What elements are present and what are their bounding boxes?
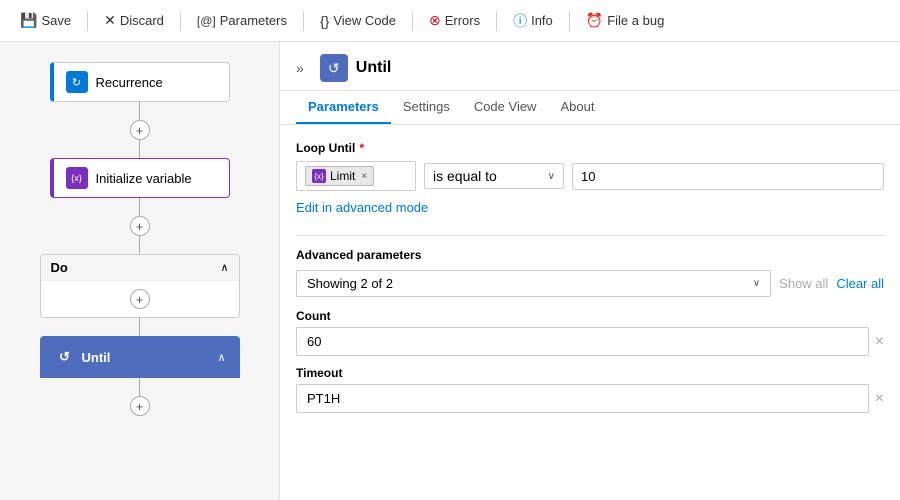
loop-until-tag-input[interactable]: {x} Limit ×	[296, 161, 416, 191]
showing-row: Showing 2 of 2 ∨ Show all Clear all	[296, 270, 884, 297]
showing-chevron-icon: ∨	[753, 278, 760, 289]
recurrence-label: Recurrence	[96, 75, 163, 90]
add-step-button-2[interactable]: +	[130, 216, 150, 236]
condition-label: is equal to	[433, 168, 497, 184]
limit-tag: {x} Limit ×	[305, 166, 374, 186]
timeout-input[interactable]	[296, 384, 869, 413]
view-code-icon: {}	[320, 13, 329, 29]
condition-value-input[interactable]	[572, 163, 884, 190]
until-wrapper: Do ∧ + ↺ Until ∧	[40, 254, 240, 378]
right-panel: » ↺ Until Parameters Settings Code View …	[280, 42, 900, 500]
save-button[interactable]: 💾 Save	[12, 8, 79, 33]
panel-header: » ↺ Until	[280, 42, 900, 91]
tab-about[interactable]: About	[548, 91, 606, 124]
parameters-button[interactable]: [@] Parameters	[189, 9, 295, 32]
parameters-icon: [@]	[197, 14, 216, 28]
tag-var-icon: {x}	[312, 169, 326, 183]
count-param-row: Count ×	[296, 309, 884, 356]
divider	[296, 235, 884, 236]
recurrence-node[interactable]: ↻ Recurrence	[50, 62, 230, 102]
count-clear-button[interactable]: ×	[875, 333, 884, 351]
separator	[412, 11, 413, 31]
clear-all-button[interactable]: Clear all	[836, 276, 884, 291]
condition-dropdown[interactable]: is equal to ∨	[424, 163, 564, 189]
do-label: Do	[51, 260, 68, 275]
edit-advanced-link[interactable]: Edit in advanced mode	[296, 200, 428, 215]
panel-tabs: Parameters Settings Code View About	[280, 91, 900, 125]
errors-icon: ⊗	[429, 12, 441, 29]
showing-select[interactable]: Showing 2 of 2 ∨	[296, 270, 771, 297]
count-label: Count	[296, 309, 884, 323]
add-step-button-do[interactable]: +	[130, 289, 150, 309]
until-label: Until	[82, 350, 111, 365]
timeout-input-row: ×	[296, 384, 884, 413]
recurrence-icon: ↻	[66, 71, 88, 93]
tag-close-button[interactable]: ×	[361, 171, 367, 182]
init-var-icon: {x}	[66, 167, 88, 189]
panel-body: Loop Until * {x} Limit × is equal to ∨	[280, 125, 900, 439]
count-input-row: ×	[296, 327, 884, 356]
separator	[87, 11, 88, 31]
tag-label: Limit	[330, 169, 355, 183]
loop-until-field-label: Loop Until *	[296, 141, 884, 155]
tab-parameters[interactable]: Parameters	[296, 91, 391, 124]
do-collapse-button[interactable]: ∧	[220, 261, 228, 274]
add-step-button-3[interactable]: +	[130, 396, 150, 416]
show-all-button[interactable]: Show all	[779, 276, 828, 291]
errors-button[interactable]: ⊗ Errors	[421, 8, 488, 33]
init-var-node[interactable]: {x} Initialize variable	[50, 158, 230, 198]
panel-icon: ↺	[320, 54, 348, 82]
init-var-label: Initialize variable	[96, 171, 192, 186]
do-body: +	[41, 281, 239, 317]
connector-3: +	[130, 378, 150, 416]
separator	[303, 11, 304, 31]
connector-line	[139, 378, 140, 396]
discard-icon: ✕	[104, 12, 116, 29]
advanced-params-label: Advanced parameters	[296, 248, 884, 262]
separator	[180, 11, 181, 31]
view-code-button[interactable]: {} View Code	[312, 9, 404, 33]
until-node[interactable]: ↺ Until ∧	[40, 336, 240, 378]
connector-line	[139, 236, 140, 254]
toolbar: 💾 Save ✕ Discard [@] Parameters {} View …	[0, 0, 900, 42]
do-header: Do ∧	[41, 255, 239, 281]
expand-panel-button[interactable]: »	[296, 60, 304, 76]
bug-icon: ⏰	[586, 12, 603, 29]
separator	[569, 11, 570, 31]
timeout-param-row: Timeout ×	[296, 366, 884, 413]
connector-line	[139, 318, 140, 336]
until-icon: ↺	[54, 346, 76, 368]
timeout-label: Timeout	[296, 366, 884, 380]
connector-line	[139, 102, 140, 120]
discard-button[interactable]: ✕ Discard	[96, 8, 172, 33]
count-input[interactable]	[296, 327, 869, 356]
showing-label: Showing 2 of 2	[307, 276, 393, 291]
loop-until-row: {x} Limit × is equal to ∨	[296, 161, 884, 191]
until-collapse-button[interactable]: ∧	[217, 351, 225, 364]
do-container: Do ∧ +	[40, 254, 240, 318]
tab-settings[interactable]: Settings	[391, 91, 462, 124]
connector-2: +	[130, 198, 150, 254]
flow-canvas: ↻ Recurrence + {x} Initialize variable +…	[0, 42, 280, 500]
connector-line	[139, 140, 140, 158]
connector-line	[139, 198, 140, 216]
save-icon: 💾	[20, 12, 37, 29]
info-icon: ⓘ	[513, 11, 527, 31]
tab-code-view[interactable]: Code View	[462, 91, 549, 124]
chevron-down-icon: ∨	[548, 171, 555, 182]
file-bug-button[interactable]: ⏰ File a bug	[578, 8, 673, 33]
timeout-clear-button[interactable]: ×	[875, 390, 884, 408]
connector-1: +	[130, 102, 150, 158]
panel-title: Until	[356, 59, 392, 77]
info-button[interactable]: ⓘ Info	[505, 7, 561, 35]
add-step-button-1[interactable]: +	[130, 120, 150, 140]
main-content: ↻ Recurrence + {x} Initialize variable +…	[0, 42, 900, 500]
separator	[496, 11, 497, 31]
